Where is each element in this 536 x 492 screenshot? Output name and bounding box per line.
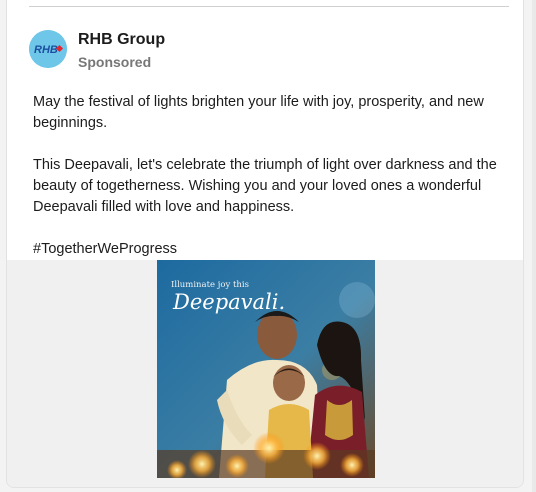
scrollbar-track[interactable] bbox=[532, 0, 536, 492]
divider bbox=[29, 6, 509, 7]
company-avatar[interactable]: RHB bbox=[29, 30, 67, 68]
post-paragraph: This Deepavali, let's celebrate the triu… bbox=[33, 157, 497, 215]
hashtag-link[interactable]: #TogetherWeProgress bbox=[33, 239, 507, 260]
sponsored-label: Sponsored bbox=[78, 54, 152, 70]
post-header: RHB RHB Group Sponsored bbox=[29, 30, 499, 70]
company-name-link[interactable]: RHB Group bbox=[78, 31, 165, 49]
sponsored-post-card: RHB RHB Group Sponsored May the festival… bbox=[6, 0, 524, 488]
post-text: May the festival of lights brighten your… bbox=[33, 92, 507, 260]
image-caption-large: Deepavali. bbox=[173, 290, 286, 314]
deepavali-family-image[interactable]: Illuminate joy this Deepavali. bbox=[157, 260, 375, 478]
post-media: Illuminate joy this Deepavali. bbox=[7, 260, 523, 487]
post-paragraph: May the festival of lights brighten your… bbox=[33, 94, 484, 131]
image-caption-small: Illuminate joy this bbox=[171, 280, 249, 290]
logo-text: RHB bbox=[34, 44, 58, 56]
rhb-logo-icon: RHB bbox=[29, 30, 67, 68]
